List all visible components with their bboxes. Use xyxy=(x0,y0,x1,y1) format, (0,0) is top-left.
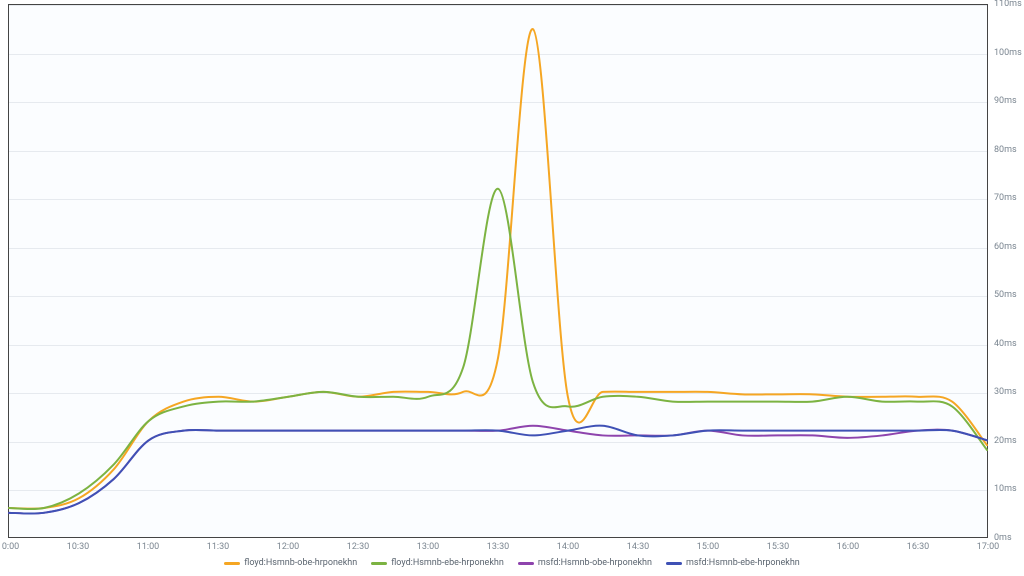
y-tick-label: 110ms xyxy=(994,0,1024,9)
legend-label: floyd:Hsmnb-obe-hrponekhn xyxy=(244,558,357,568)
y-tick-label: 100ms xyxy=(994,48,1024,58)
series-line xyxy=(9,189,987,509)
legend-item[interactable]: floyd:Hsmnb-ebe-hrponekhn xyxy=(371,558,504,568)
x-tick-label: 13:30 xyxy=(487,542,509,552)
plot-area[interactable] xyxy=(8,4,988,538)
legend-swatch xyxy=(371,562,387,565)
legend-item[interactable]: msfd:Hsmnb-obe-hrponekhn xyxy=(518,558,652,568)
y-tick-label: 40ms xyxy=(994,339,1024,349)
x-tick-label: 17:00 xyxy=(977,542,999,552)
y-tick-label: 80ms xyxy=(994,145,1024,155)
x-tick-label: 13:00 xyxy=(417,542,439,552)
legend-swatch xyxy=(224,562,240,565)
legend-label: floyd:Hsmnb-ebe-hrponekhn xyxy=(391,558,504,568)
y-tick-label: 90ms xyxy=(994,96,1024,106)
y-tick-label: 50ms xyxy=(994,290,1024,300)
chart-container: 0ms10ms20ms30ms40ms50ms60ms70ms80ms90ms1… xyxy=(0,0,1024,576)
x-tick-label: 11:00 xyxy=(137,542,159,552)
legend-item[interactable]: msfd:Hsmnb-ebe-hrponekhn xyxy=(666,558,800,568)
legend-label: msfd:Hsmnb-ebe-hrponekhn xyxy=(686,558,800,568)
x-tick-label: 11:30 xyxy=(207,542,229,552)
x-tick-label: 14:30 xyxy=(627,542,649,552)
x-tick-label: 14:00 xyxy=(557,542,579,552)
x-tick-label: 15:30 xyxy=(767,542,789,552)
legend-swatch xyxy=(666,562,682,565)
y-tick-label: 60ms xyxy=(994,242,1024,252)
series-line xyxy=(9,426,987,514)
legend: floyd:Hsmnb-obe-hrponekhn floyd:Hsmnb-ebe… xyxy=(0,558,1024,568)
line-series xyxy=(9,5,987,537)
x-tick-label: 12:30 xyxy=(347,542,369,552)
legend-label: msfd:Hsmnb-obe-hrponekhn xyxy=(538,558,652,568)
series-line xyxy=(9,426,987,514)
x-tick-label: 16:30 xyxy=(907,542,929,552)
x-tick-label: 10:30 xyxy=(67,542,89,552)
x-tick-label: 10:00 xyxy=(0,542,19,552)
x-tick-label: 12:00 xyxy=(277,542,299,552)
y-tick-label: 20ms xyxy=(994,436,1024,446)
y-tick-label: 70ms xyxy=(994,193,1024,203)
y-tick-label: 10ms xyxy=(994,484,1024,494)
legend-item[interactable]: floyd:Hsmnb-obe-hrponekhn xyxy=(224,558,357,568)
y-tick-label: 30ms xyxy=(994,387,1024,397)
legend-swatch xyxy=(518,562,534,565)
x-tick-label: 15:00 xyxy=(697,542,719,552)
x-tick-label: 16:00 xyxy=(837,542,859,552)
